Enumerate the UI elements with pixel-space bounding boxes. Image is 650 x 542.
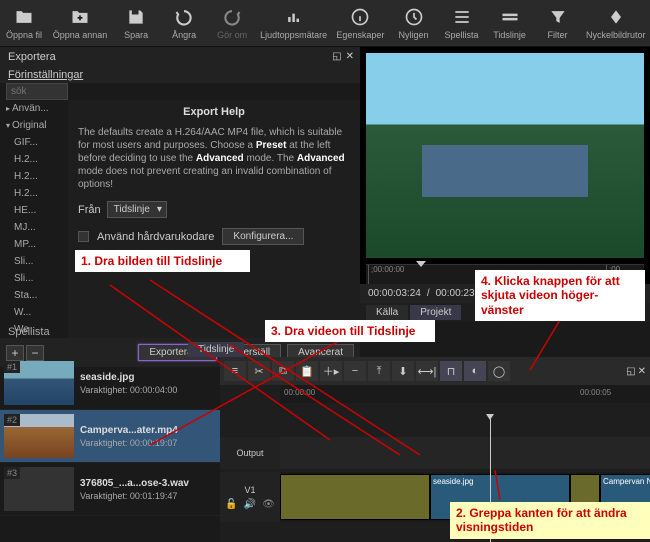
annotation-4: 4. Klicka knappen för att skjuta videon … — [475, 270, 645, 321]
tab-source[interactable]: Källa — [366, 305, 408, 320]
recent-button[interactable]: Nyligen — [390, 4, 438, 42]
popout-icon[interactable]: ◱ — [626, 366, 635, 377]
preset-item[interactable]: HE... — [0, 202, 68, 219]
preset-item[interactable]: H.2... — [0, 168, 68, 185]
annotation-1: 1. Dra bilden till Tidslinje — [75, 250, 250, 272]
folder-icon — [13, 6, 35, 28]
preset-item[interactable]: GIF... — [0, 134, 68, 151]
tab-project[interactable]: Projekt — [410, 305, 461, 320]
cut-button[interactable]: ✂ — [248, 361, 270, 381]
keyframes-button[interactable]: Nyckelbildrutor — [582, 4, 650, 42]
preview-playhead-icon[interactable] — [416, 261, 426, 267]
copy-button[interactable]: ⧉ — [272, 361, 294, 381]
preset-item[interactable]: Sta... — [0, 287, 68, 304]
export-help-text: The defaults create a H.264/AAC MP4 file… — [78, 126, 350, 191]
preset-item[interactable]: Sli... — [0, 253, 68, 270]
undo-icon — [173, 6, 195, 28]
snap-button[interactable]: ⊓ — [440, 361, 462, 381]
preset-item[interactable]: H.2... — [0, 151, 68, 168]
lift-button[interactable]: ⤒ — [368, 361, 390, 381]
preset-item[interactable]: MP... — [0, 236, 68, 253]
overwrite-button[interactable]: ⬇ — [392, 361, 414, 381]
current-time[interactable]: 00:00:03:24 — [368, 288, 421, 299]
export-help-title: Export Help — [78, 106, 350, 118]
from-label: Från — [78, 204, 101, 216]
preview-video[interactable] — [366, 53, 644, 258]
preset-list[interactable]: Använ... Original GIF... H.2... H.2... H… — [0, 100, 68, 338]
open-file-button[interactable]: Öppna fil — [0, 4, 48, 42]
timeline-icon — [499, 6, 521, 28]
timeline-tab[interactable]: Tidslinje — [188, 342, 244, 357]
playlist-clip[interactable]: #1 seaside.jpgVaraktighet: 00:00:04:00 — [0, 357, 220, 410]
playlist-clip[interactable]: #3 376805_...a...ose-3.wavVaraktighet: 0… — [0, 463, 220, 516]
hide-icon[interactable]: 👁 — [262, 499, 275, 510]
timeline-button[interactable]: Tidslinje — [486, 4, 534, 42]
output-track[interactable] — [280, 437, 650, 469]
undo-button[interactable]: Ångra — [160, 4, 208, 42]
configure-button[interactable]: Konfigurera... — [222, 228, 304, 245]
filter-icon — [547, 6, 569, 28]
preset-item[interactable]: Sli... — [0, 270, 68, 287]
scrub-button[interactable]: ◐ — [464, 361, 486, 381]
save-button[interactable]: Spara — [112, 4, 160, 42]
close-icon[interactable]: ✕ — [346, 51, 354, 62]
save-icon — [125, 6, 147, 28]
list-icon — [451, 6, 473, 28]
peak-meter-button[interactable]: Ljudtoppsmätare — [256, 4, 331, 42]
info-icon — [349, 6, 371, 28]
export-title: Exportera — [8, 51, 56, 63]
preset-item[interactable]: W... — [0, 304, 68, 321]
main-toolbar: Öppna fil Öppna annan Spara Ångra Gör om… — [0, 0, 650, 47]
playlist-button[interactable]: Spellista — [438, 4, 486, 42]
preset-item[interactable]: H.2... — [0, 185, 68, 202]
filter-button[interactable]: Filter — [534, 4, 582, 42]
preset-item[interactable]: Använ... — [0, 100, 68, 117]
remove-button[interactable]: − — [344, 361, 366, 381]
meters-icon — [283, 6, 305, 28]
open-other-button[interactable]: Öppna annan — [48, 4, 112, 42]
keyframes-icon — [605, 6, 627, 28]
append-button[interactable]: ＋▸ — [320, 361, 342, 381]
presets-label: Förinställningar — [8, 69, 83, 81]
timeline-clip[interactable] — [280, 474, 430, 520]
paste-button[interactable]: 📋 — [296, 361, 318, 381]
properties-button[interactable]: Egenskaper — [331, 4, 389, 42]
timeline-ruler[interactable]: 00:00:00 00:00:05 — [280, 385, 650, 403]
hw-encoder-label: Använd hårdvarukodare — [97, 231, 214, 243]
from-dropdown[interactable]: Tidslinje — [107, 201, 167, 218]
playlist-clip[interactable]: #2 Camperva...ater.mp4Varaktighet: 00:00… — [0, 410, 220, 463]
redo-button[interactable]: Gör om — [208, 4, 256, 42]
annotation-3: 3. Dra videon till Tidslinje — [265, 320, 435, 342]
annotation-2: 2. Greppa kanten för att ändra visningst… — [450, 502, 650, 539]
preset-search-input[interactable] — [6, 83, 68, 100]
popout-icon[interactable]: ◱ — [332, 51, 341, 62]
v1-track-header[interactable]: V1 🔓 🔊 👁 — [220, 472, 280, 522]
close-icon[interactable]: ✕ — [638, 366, 646, 377]
clock-icon — [403, 6, 425, 28]
output-track-header[interactable]: Output — [220, 437, 280, 469]
hw-encoder-checkbox[interactable] — [78, 231, 89, 242]
ripple-button[interactable]: ◯ — [488, 361, 510, 381]
lock-icon[interactable]: 🔓 — [225, 499, 237, 510]
redo-icon — [221, 6, 243, 28]
menu-button[interactable]: ≡ — [224, 361, 246, 381]
preset-item[interactable]: Original — [0, 117, 68, 134]
mute-icon[interactable]: 🔊 — [244, 499, 256, 510]
export-panel-header: Exportera ◱ ✕ — [0, 47, 360, 67]
split-button[interactable]: ⟷| — [416, 361, 438, 381]
preset-item[interactable]: MJ... — [0, 219, 68, 236]
folder-plus-icon — [69, 6, 91, 28]
playlist-clips: #1 seaside.jpgVaraktighet: 00:00:04:00 #… — [0, 357, 220, 542]
